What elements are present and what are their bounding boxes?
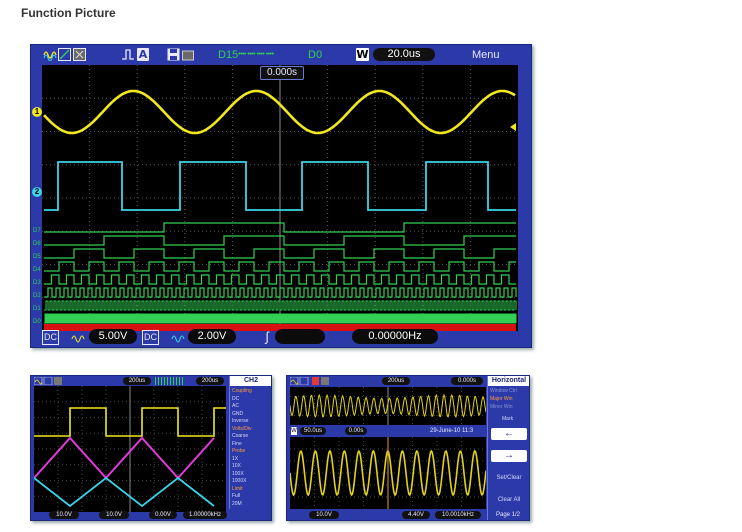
zoom-position[interactable]: 0.00s (345, 427, 367, 435)
scope-bottom-bar: DC 5.00V DC 2.00V ∫ 0.00000Hz (31, 328, 531, 346)
zoom-label: W (291, 427, 297, 435)
ch2-timebase[interactable]: 200us (123, 377, 151, 385)
zoom-timestamp: 29-June-10 11:3 (430, 428, 474, 434)
digital-label-d6: D6 (33, 241, 41, 247)
ch2-menu-item[interactable]: GND (232, 411, 243, 417)
horizontal-bottom-ch1[interactable]: 10.0V (309, 511, 339, 519)
horizontal-menu-title: Horizontal (488, 376, 529, 386)
trigger-level[interactable] (275, 329, 325, 344)
horizontal-offset[interactable]: 0.000s (451, 377, 483, 385)
ch2-bottom-level[interactable]: 0.00V (149, 511, 177, 519)
ch2-menu-item[interactable]: Coarse (232, 433, 248, 439)
ch2-bandwidth-icon (171, 330, 185, 343)
ch2-bottom-ch1[interactable]: 10.0V (49, 511, 79, 519)
digital-trace (44, 313, 517, 324)
ch2-menu-item[interactable]: Probe (232, 448, 245, 454)
page-heading: Function Picture (21, 6, 116, 20)
timebase-label: W (356, 48, 369, 61)
digital-label-d0: D0 (33, 319, 41, 325)
horizontal-scope-bottom-bar: 10.0V 4.40V 10.0010kHz (287, 510, 529, 520)
digital-range-start: D15 (218, 49, 239, 61)
waveform-plot (42, 65, 518, 331)
timebase-value[interactable]: 20.0us (373, 48, 435, 61)
waveform-icon[interactable] (43, 48, 57, 62)
horizontal-bottom-freq: 10.0010kHz (435, 511, 481, 519)
trigger-edge-icon[interactable] (121, 48, 135, 61)
digital-label-d1: D1 (33, 306, 41, 312)
digital-label-d7: D7 (33, 228, 41, 234)
ch2-scope-bottom-bar: 10.0V 10.0V 0.00V 1.00000kHz (31, 510, 271, 520)
ch2-bottom-ch2[interactable]: 10.0V (99, 511, 129, 519)
digital-bar (155, 377, 185, 385)
ch2-menu-item[interactable]: 1000X (232, 478, 246, 484)
frequency-readout: 0.00000Hz (352, 329, 438, 344)
oscilloscope-ch2-screen: 200us 200us CH2 Coupling DC AC GND Inverse Vo… (30, 375, 272, 521)
ch2-menu-item[interactable]: Volts/Div (232, 426, 251, 432)
horizontal-timebase[interactable]: 200us (382, 377, 410, 385)
horizontal-menu-item[interactable]: Window Ctrl (490, 388, 517, 394)
zoom-window[interactable]: 50.0us (300, 427, 326, 435)
horizontal-menu-button[interactable]: ← (491, 428, 527, 440)
mode-icons (289, 376, 330, 386)
ch2-menu-item[interactable]: Fine (232, 441, 242, 447)
scope-top-bar: A D15 •••• •••• •••• •••• D0 W 20.0us Me… (31, 45, 531, 65)
main-window-plot (290, 387, 486, 425)
mode-icons (33, 376, 64, 386)
digital-range-end: D0 (308, 49, 323, 61)
horizontal-menu-button[interactable]: Set/Clear (491, 472, 527, 484)
horizontal-menu-button[interactable]: → (491, 450, 527, 462)
horizontal-side-menu: Horizontal Window Ctrl Major Win Minor Win… (487, 376, 529, 520)
ch2-menu-title: CH2 (230, 376, 271, 386)
horizontal-menu-button[interactable]: Clear All (491, 494, 527, 506)
waveform-display (42, 65, 518, 331)
ch2-scale[interactable]: 2.00V (188, 329, 236, 344)
ch2-menu-item[interactable]: AC (232, 403, 239, 409)
horizontal-bottom-level[interactable]: 4.40V (402, 511, 430, 519)
ch1-scale[interactable]: 5.00V (89, 329, 137, 344)
folder-icon[interactable] (182, 48, 194, 61)
floppy-icon[interactable] (167, 48, 180, 61)
ch2-bottom-freq: 1.00000kHz (183, 511, 227, 519)
ch2-side-menu: CH2 Coupling DC AC GND Inverse Volts/Div Coars… (229, 376, 271, 509)
oscilloscope-horizontal-screen: 200us 0.000s W 50.0us 0.00s 29-June-10 1… (286, 375, 530, 521)
menu-button[interactable]: Menu (472, 49, 500, 61)
zoom-window-plot (290, 437, 486, 509)
digital-label-d5: D5 (33, 254, 41, 260)
ch2-window[interactable]: 200us (196, 377, 224, 385)
trigger-source-label[interactable]: A (137, 48, 149, 61)
ch2-menu-item[interactable]: 10X (232, 463, 241, 469)
ch1-marker: 1 (32, 107, 42, 117)
ch2-menu-item[interactable]: 1X (232, 456, 238, 462)
ch2-coupling-label: DC (142, 330, 159, 345)
ch2-menu-item[interactable]: 100X (232, 471, 244, 477)
horizontal-menu-item[interactable]: Minor Win (490, 404, 513, 410)
ch1-coupling-label: DC (42, 330, 59, 345)
ramp-icon[interactable] (58, 48, 71, 61)
digital-label-d3: D3 (33, 280, 41, 286)
digital-label-d2: D2 (33, 293, 41, 299)
zoom-window-bar: W 50.0us 0.00s 29-June-10 11:3 (290, 427, 486, 436)
ch2-waveform-plot (34, 386, 226, 512)
ch2-menu-item[interactable]: Inverse (232, 418, 248, 424)
ch2-menu-item[interactable]: Full (232, 493, 240, 499)
ch2-menu-item[interactable]: Limit (232, 486, 243, 492)
ch1-bandwidth-icon (71, 330, 85, 343)
digital-label-d4: D4 (33, 267, 41, 273)
oscilloscope-main-screen: A D15 •••• •••• •••• •••• D0 W 20.0us Me… (30, 44, 532, 348)
ch2-menu-item[interactable]: DC (232, 396, 239, 402)
trigger-position-readout: 0.000s (260, 66, 304, 80)
horizontal-menu-item[interactable]: Mark (502, 416, 513, 422)
ch2-menu-item[interactable]: 20M (232, 501, 242, 507)
trigger-slope-icon: ∫ (265, 329, 269, 344)
grid-icon[interactable] (73, 48, 86, 61)
ch2-menu-item[interactable]: Coupling (232, 388, 252, 394)
ch2-marker: 2 (32, 187, 42, 197)
horizontal-menu-item[interactable]: Major Win (490, 396, 513, 402)
digital-range-dots: •••• •••• •••• •••• (238, 51, 274, 58)
